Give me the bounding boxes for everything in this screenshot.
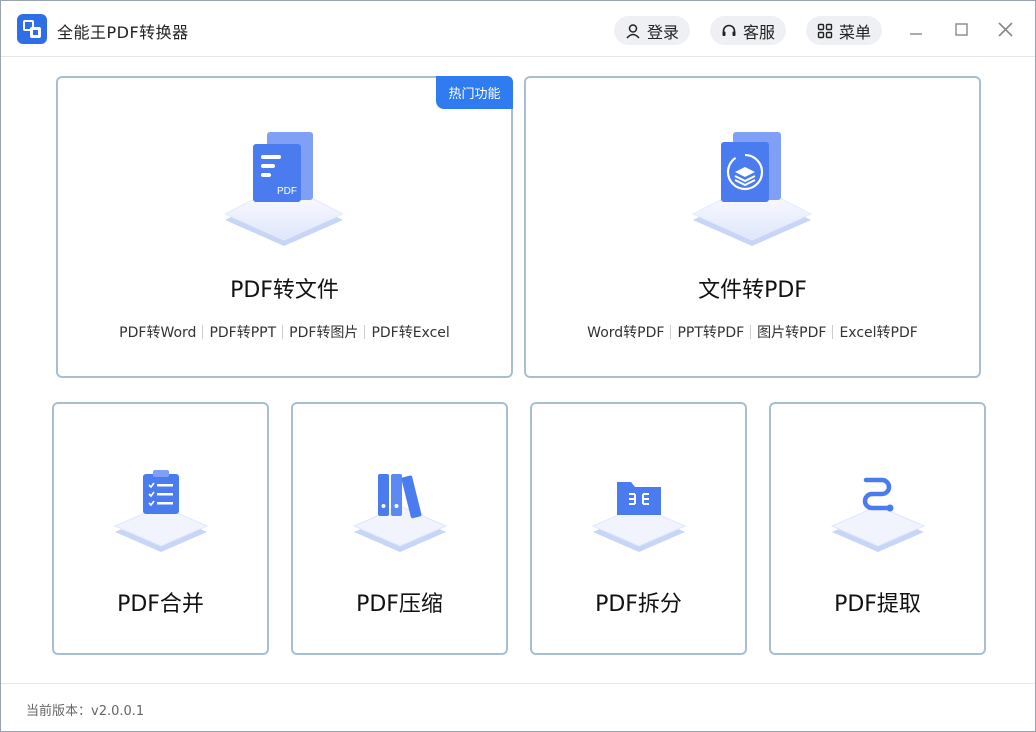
link-word-to-pdf[interactable]: Word转PDF	[581, 322, 670, 342]
link-pdf-to-excel[interactable]: PDF转Excel	[365, 322, 455, 342]
link-pdf-to-image[interactable]: PDF转图片	[283, 322, 364, 342]
minimize-icon[interactable]	[905, 19, 927, 41]
app-title: 全能王PDF转换器	[57, 23, 189, 42]
pdf-compress-card[interactable]: PDF压缩	[291, 402, 508, 655]
convert-layers-icon	[691, 132, 813, 246]
card-title: PDF提取	[834, 592, 921, 617]
clipboard-checklist-icon	[113, 470, 209, 552]
pdf-split-card[interactable]: PDF拆分	[530, 402, 747, 655]
pdf-merge-card[interactable]: PDF合并	[52, 402, 269, 655]
hot-feature-badge: 热门功能	[436, 76, 513, 109]
pdf-extract-card[interactable]: PDF提取	[769, 402, 986, 655]
status-footer: 当前版本：v2.0.0.1	[1, 683, 1035, 731]
user-icon	[626, 23, 640, 39]
link-ppt-to-pdf[interactable]: PPT转PDF	[671, 322, 750, 342]
service-label: 客服	[742, 22, 775, 42]
svg-text:PDF: PDF	[277, 186, 297, 197]
grid-menu-icon	[817, 23, 833, 38]
customer-service-button[interactable]: 客服	[710, 16, 786, 45]
sub-links: PDF转Word PDF转PPT PDF转图片 PDF转Excel	[58, 322, 511, 342]
card-title: PDF合并	[117, 592, 204, 617]
login-button[interactable]: 登录	[614, 16, 690, 45]
sub-links: Word转PDF PPT转PDF 图片转PDF Excel转PDF	[526, 322, 979, 342]
path-extract-icon	[830, 477, 926, 552]
app-logo-icon	[17, 14, 47, 44]
link-excel-to-pdf[interactable]: Excel转PDF	[833, 322, 923, 342]
link-image-to-pdf[interactable]: 图片转PDF	[751, 322, 832, 342]
close-icon[interactable]	[994, 19, 1016, 41]
folder-split-icon	[591, 482, 687, 552]
version-label: 当前版本：v2.0.0.1	[26, 704, 145, 719]
pdf-to-file-card[interactable]: 热门功能 PDF PDF转文件 PDF转Word PDF转PPT PDF转图片	[56, 76, 513, 378]
app-window: 全能王PDF转换器 登录 客服 菜单 热门功能 PDF PDF转文件 PDF转W…	[0, 0, 1036, 732]
file-to-pdf-card[interactable]: 文件转PDF Word转PDF PPT转PDF 图片转PDF Excel转PDF	[524, 76, 981, 378]
link-pdf-to-ppt[interactable]: PDF转PPT	[203, 322, 282, 342]
card-title: PDF拆分	[595, 592, 682, 617]
menu-label: 菜单	[838, 22, 871, 42]
headset-icon	[722, 24, 736, 36]
link-pdf-to-word[interactable]: PDF转Word	[113, 322, 202, 342]
maximize-icon[interactable]	[950, 19, 972, 41]
card-title: PDF转文件	[230, 278, 339, 303]
title-bar: 全能王PDF转换器 登录 客服 菜单	[1, 1, 1035, 57]
menu-button[interactable]: 菜单	[806, 16, 882, 45]
login-label: 登录	[646, 22, 679, 42]
binders-icon	[352, 474, 448, 552]
card-title: PDF压缩	[356, 592, 443, 617]
pdf-document-icon: PDF	[223, 132, 345, 246]
card-title: 文件转PDF	[698, 278, 807, 303]
